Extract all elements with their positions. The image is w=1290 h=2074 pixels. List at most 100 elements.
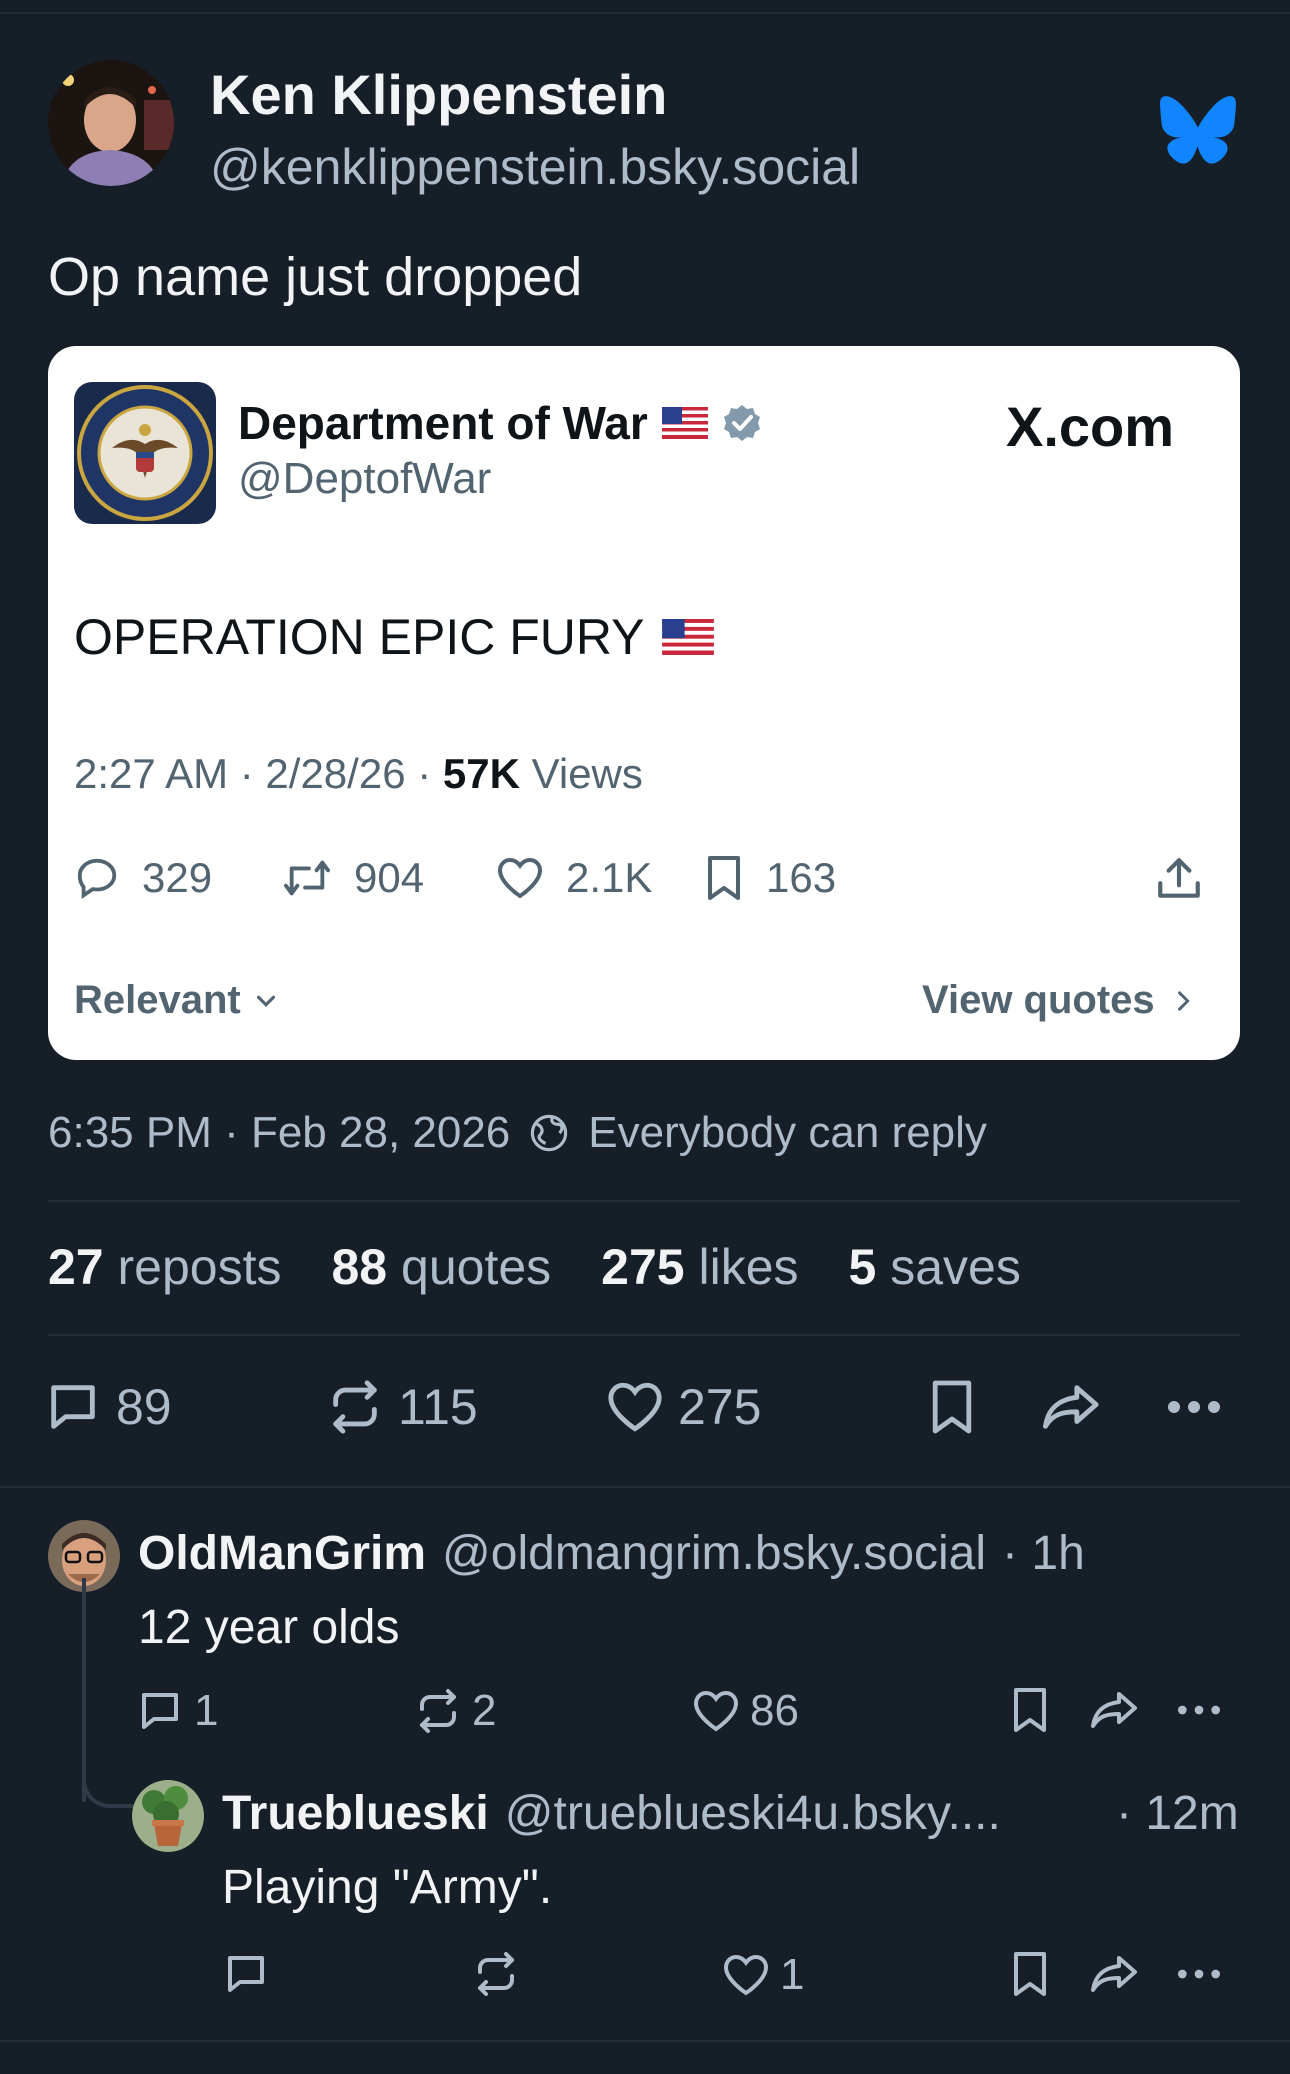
embedded-post-text: OPERATION EPIC FURY: [74, 608, 715, 666]
reply-more-button[interactable]: [1174, 1686, 1224, 1734]
repost-icon: [282, 855, 332, 901]
embedded-post-meta: 2:27 AM · 2/28/26 · 57K Views: [74, 750, 643, 798]
reply-bookmark-button[interactable]: [1010, 1686, 1050, 1734]
reply-author-handle[interactable]: @trueblueski4u.bsky....: [505, 1786, 1001, 1841]
reply-like-button[interactable]: 86: [692, 1686, 799, 1736]
chevron-down-icon: [251, 986, 281, 1016]
bookmark-icon: [1010, 1686, 1050, 1734]
reply-icon: [44, 1378, 102, 1436]
share-upload-icon[interactable]: [1154, 854, 1204, 904]
author-avatar[interactable]: [48, 60, 174, 186]
reply-repost-count: 2: [472, 1686, 497, 1735]
reply-like-button[interactable]: 1: [722, 1950, 804, 2000]
repost-icon: [414, 1687, 462, 1735]
reply-share-button[interactable]: [1088, 1950, 1142, 1998]
reply-bookmark-button[interactable]: [1010, 1950, 1050, 1998]
embedded-post-time: 2:27 AM · 2/28/26 ·: [74, 750, 443, 797]
relevant-label: Relevant: [74, 978, 241, 1022]
divider: [48, 1334, 1240, 1336]
reply-author-name[interactable]: Trueblueski: [222, 1786, 489, 1841]
reply-icon: [136, 1687, 184, 1735]
likes-label: likes: [698, 1239, 799, 1295]
reply-setting[interactable]: Everybody can reply: [588, 1108, 987, 1158]
share-button[interactable]: [1040, 1378, 1104, 1436]
reply-author-name[interactable]: OldManGrim: [138, 1526, 426, 1581]
reply-button[interactable]: 89: [44, 1378, 172, 1436]
bookmark-icon: [1010, 1950, 1050, 1998]
like-count: 275: [678, 1379, 762, 1435]
embedded-post-text-content: OPERATION EPIC FURY: [74, 609, 645, 665]
saves-label: saves: [890, 1239, 1021, 1295]
reply-avatar[interactable]: [132, 1780, 204, 1852]
reply-share-button[interactable]: [1088, 1686, 1142, 1734]
quotes-count: 88: [331, 1239, 388, 1295]
repost-button[interactable]: 115: [326, 1378, 478, 1436]
reply-header: OldManGrim @oldmangrim.bsky.social · 1h: [138, 1526, 1085, 1581]
divider: [0, 1486, 1290, 1488]
embedded-repost-count: 904: [354, 854, 425, 901]
ellipsis-icon: [1174, 1686, 1224, 1734]
quotes-label: quotes: [401, 1239, 552, 1295]
embedded-author-name[interactable]: Department of War: [238, 396, 762, 450]
department-seal-logo: [74, 382, 216, 524]
ellipsis-icon: [1164, 1378, 1224, 1436]
embedded-reply-stat[interactable]: 329: [74, 854, 212, 902]
bookmark-icon: [928, 1378, 976, 1436]
saves-count-link[interactable]: 5 saves: [849, 1238, 1021, 1296]
embedded-reply-count: 329: [142, 854, 213, 901]
chevron-right-icon: [1169, 986, 1197, 1016]
verified-badge-icon: [722, 403, 762, 443]
reply-icon: [74, 855, 120, 901]
ellipsis-icon: [1174, 1950, 1224, 1998]
reply-like-count: 86: [750, 1686, 799, 1735]
reply-reply-button[interactable]: [222, 1950, 280, 1998]
embedded-like-stat[interactable]: 2.1K: [496, 854, 652, 902]
embedded-bookmark-count: 163: [766, 854, 837, 901]
repost-count: 115: [398, 1379, 478, 1435]
bookmark-icon: [704, 854, 744, 902]
share-arrow-icon: [1040, 1378, 1104, 1436]
reply-reply-count: 1: [194, 1686, 219, 1735]
view-quotes-link[interactable]: View quotes: [922, 978, 1197, 1023]
more-options-button[interactable]: [1164, 1378, 1224, 1436]
quotes-count-link[interactable]: 88 quotes: [332, 1238, 552, 1296]
reply-icon: [222, 1950, 270, 1998]
relevant-sort-dropdown[interactable]: Relevant: [74, 978, 281, 1023]
bookmark-button[interactable]: [928, 1378, 976, 1436]
embedded-bookmark-stat[interactable]: 163: [704, 854, 836, 902]
reply-repost-button[interactable]: 2: [414, 1686, 496, 1736]
embedded-views-label: Views: [519, 750, 643, 797]
post-timestamp[interactable]: 6:35 PM · Feb 28, 2026: [48, 1108, 510, 1158]
post-text: Op name just dropped: [48, 247, 583, 307]
reply-author-handle[interactable]: @oldmangrim.bsky.social: [442, 1526, 986, 1581]
like-button[interactable]: 275: [606, 1378, 761, 1436]
reply-repost-button[interactable]: [472, 1950, 530, 1998]
reply-more-button[interactable]: [1174, 1950, 1224, 1998]
bluesky-butterfly-icon[interactable]: [1160, 96, 1236, 164]
embedded-author-handle[interactable]: @DeptofWar: [238, 454, 491, 504]
embedded-repost-stat[interactable]: 904: [282, 854, 424, 902]
embedded-views-count: 57K: [442, 750, 520, 797]
likes-count: 275: [601, 1239, 685, 1295]
reply-like-count: 1: [780, 1950, 805, 1999]
heart-icon: [496, 856, 544, 900]
embedded-like-count: 2.1K: [566, 854, 653, 901]
us-flag-icon: [662, 619, 715, 655]
reply-text: 12 year olds: [138, 1601, 400, 1654]
likes-count-link[interactable]: 275 likes: [601, 1238, 798, 1296]
heart-icon: [692, 1688, 740, 1734]
embedded-author-name-text: Department of War: [238, 397, 648, 449]
author-handle[interactable]: @kenklippenstein.bsky.social: [210, 138, 860, 196]
source-label: X.com: [1006, 395, 1175, 458]
divider: [0, 2040, 1290, 2042]
embedded-post-card[interactable]: Department of War @DeptofWar X.com OPERA…: [48, 346, 1240, 1060]
heart-icon: [722, 1952, 770, 1998]
author-name[interactable]: Ken Klippenstein: [210, 62, 667, 127]
reply-count: 89: [116, 1379, 172, 1435]
reply-reply-button[interactable]: 1: [136, 1686, 218, 1736]
reposts-count-link[interactable]: 27 reposts: [48, 1238, 282, 1296]
reply-age: · 1h: [1002, 1527, 1085, 1580]
engagement-counts: 27 reposts 88 quotes 275 likes 5 saves: [48, 1238, 1021, 1296]
share-arrow-icon: [1088, 1950, 1142, 1998]
us-flag-icon: [661, 407, 708, 439]
